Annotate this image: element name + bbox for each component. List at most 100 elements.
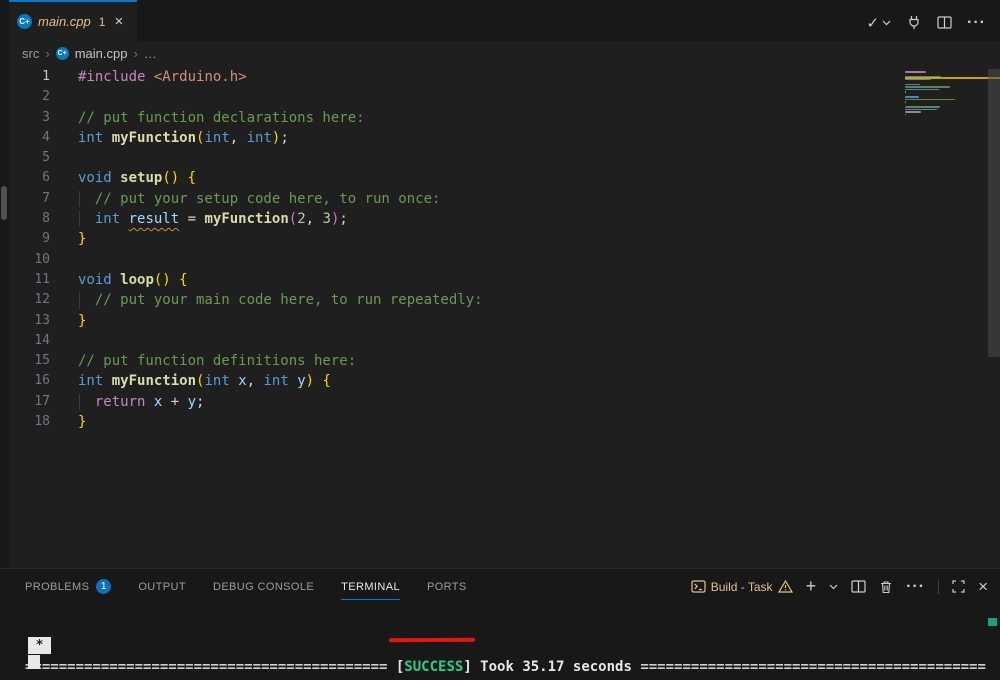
build-task-terminal-item[interactable]: Build - Task — [691, 580, 793, 594]
tab-problems[interactable]: PROBLEMS 1 — [25, 569, 111, 604]
terminal-output[interactable]: ========================================… — [25, 622, 986, 678]
indent-guide — [79, 292, 80, 308]
kill-terminal-button[interactable] — [879, 580, 893, 594]
code-line[interactable]: 11void loop() { — [9, 270, 890, 290]
code-text: #include <Arduino.h> — [78, 67, 247, 87]
code-line[interactable]: 1 #include <Arduino.h> — [9, 67, 890, 87]
code-line[interactable]: 4int myFunction(int, int); — [9, 128, 890, 148]
terminal-profile-dropdown[interactable] — [829, 584, 838, 590]
minimap[interactable] — [905, 68, 967, 188]
tab-terminal[interactable]: TERMINAL — [341, 569, 400, 604]
breadcrumb-symbol[interactable]: … — [144, 46, 157, 61]
code-line[interactable]: 17 return x + y; — [9, 392, 890, 412]
line-number[interactable]: 7 — [9, 189, 50, 209]
tab-output-label: OUTPUT — [138, 581, 186, 593]
code-line[interactable]: 12 // put your main code here, to run re… — [9, 290, 890, 310]
minimap-line — [905, 111, 921, 113]
code-line[interactable]: 7 // put your setup code here, to run on… — [9, 189, 890, 209]
code-line[interactable]: 10 — [9, 250, 890, 270]
minimap-line — [905, 86, 950, 88]
tab-terminal-label: TERMINAL — [341, 581, 400, 593]
code-line[interactable]: 15 // put function definitions here: — [9, 351, 890, 371]
code-line[interactable]: 3// put function declarations here: — [9, 108, 890, 128]
code-text: return x + y; — [78, 392, 204, 412]
line-number[interactable]: 12 — [9, 290, 50, 310]
terminal-more-actions-button[interactable]: ··· — [906, 578, 925, 596]
split-editor-icon — [937, 16, 952, 29]
line-number[interactable]: 1 — [9, 67, 50, 87]
indent-guide — [79, 394, 80, 410]
code-editor[interactable]: 1#include <Arduino.h>23// put function d… — [9, 66, 1000, 568]
platformio-build-button[interactable]: ✓ — [866, 14, 891, 32]
code-text: } — [78, 412, 86, 432]
line-number[interactable]: 6 — [9, 168, 50, 188]
code-text: int myFunction(int x, int y) { — [78, 371, 331, 391]
split-terminal-button[interactable] — [851, 580, 866, 593]
toolbar-divider — [938, 579, 939, 594]
cpp-file-icon: C+ — [17, 14, 32, 29]
code-text: // put function definitions here: — [78, 351, 356, 371]
ellipsis-icon: ··· — [967, 14, 986, 32]
tab-close-button[interactable]: × — [114, 13, 123, 30]
line-number[interactable]: 14 — [9, 331, 50, 351]
sidebar-resize-handle[interactable] — [1, 186, 7, 220]
code-text: void setup() { — [78, 168, 196, 188]
line-number[interactable]: 13 — [9, 311, 50, 331]
code-line[interactable]: 8 int result = myFunction(2, 3); — [9, 209, 890, 229]
terminal-text: ========================================… — [640, 659, 986, 675]
indent-guide — [79, 211, 80, 227]
breadcrumb: src › C+ main.cpp › … — [9, 41, 1000, 66]
terminal-star-highlight: * — [28, 637, 51, 654]
line-number[interactable]: 2 — [9, 87, 50, 107]
line-number[interactable]: 8 — [9, 209, 50, 229]
annotation-underline — [389, 638, 475, 643]
code-line[interactable]: 16 int myFunction(int x, int y) { — [9, 371, 890, 391]
code-line[interactable]: 6 void setup() { — [9, 168, 890, 188]
line-number[interactable]: 4 — [9, 128, 50, 148]
minimap-line — [905, 106, 940, 108]
tab-ports[interactable]: PORTS — [427, 569, 467, 604]
tab-label: main.cpp — [38, 14, 91, 29]
split-editor-button[interactable] — [937, 16, 952, 29]
line-number[interactable]: 17 — [9, 392, 50, 412]
line-number[interactable]: 16 — [9, 371, 50, 391]
tab-debug-console[interactable]: DEBUG CONSOLE — [213, 569, 314, 604]
split-terminal-icon — [851, 580, 866, 593]
tab-main-cpp[interactable]: C+ main.cpp 1 × — [9, 0, 137, 41]
editor-scrollbar[interactable] — [988, 69, 1000, 357]
line-number[interactable]: 15 — [9, 351, 50, 371]
minimap-line — [905, 109, 937, 111]
code-text: } — [78, 311, 86, 331]
tab-bar: C+ main.cpp 1 × ✓ ··· — [9, 0, 1000, 41]
code-line[interactable]: 14 — [9, 331, 890, 351]
terminal-text: ========================================… — [25, 659, 387, 675]
code-line[interactable]: 13} — [9, 311, 890, 331]
code-text: } — [78, 229, 86, 249]
minimap-line — [905, 71, 926, 73]
close-panel-button[interactable]: × — [978, 577, 988, 597]
breadcrumb-file[interactable]: main.cpp — [75, 46, 128, 61]
line-number[interactable]: 10 — [9, 250, 50, 270]
code-line[interactable]: 5 — [9, 148, 890, 168]
line-number[interactable]: 18 — [9, 412, 50, 432]
indent-guide — [79, 191, 80, 207]
line-number[interactable]: 9 — [9, 229, 50, 249]
tab-output[interactable]: OUTPUT — [138, 569, 186, 604]
line-number[interactable]: 3 — [9, 108, 50, 128]
check-icon: ✓ — [866, 14, 879, 32]
line-number[interactable]: 11 — [9, 270, 50, 290]
ellipsis-icon: ··· — [906, 578, 925, 596]
plug-icon — [906, 15, 922, 31]
editor-more-actions-button[interactable]: ··· — [967, 14, 986, 32]
code-line[interactable]: 9} — [9, 229, 890, 249]
maximize-panel-button[interactable] — [952, 580, 965, 593]
code-line[interactable]: 18} — [9, 412, 890, 432]
minimap-line — [905, 89, 939, 91]
code-lines: 1#include <Arduino.h>23// put function d… — [9, 67, 890, 432]
serial-monitor-button[interactable] — [906, 15, 922, 31]
code-line[interactable]: 2 — [9, 87, 890, 107]
breadcrumb-folder[interactable]: src — [22, 46, 39, 61]
minimap-line — [905, 91, 906, 93]
line-number[interactable]: 5 — [9, 148, 50, 168]
new-terminal-button[interactable]: + — [806, 576, 817, 597]
